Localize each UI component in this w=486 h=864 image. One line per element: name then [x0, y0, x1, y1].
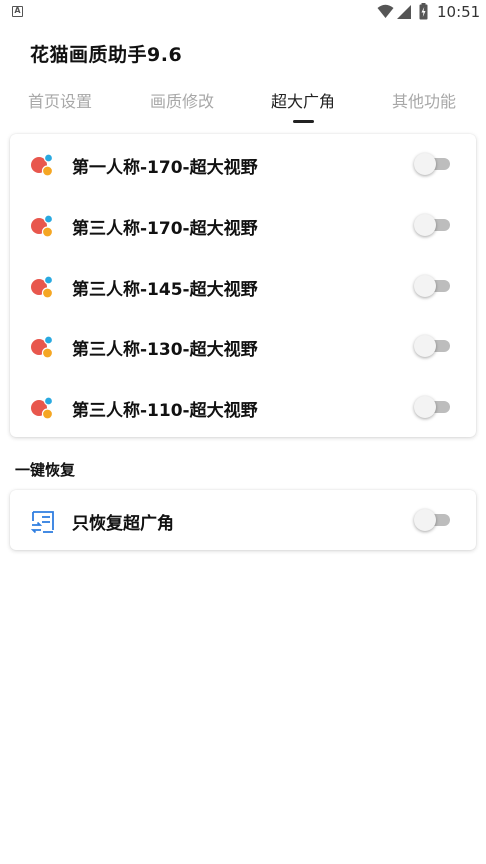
list-item[interactable]: 第三人称-130-超大视野	[10, 316, 476, 376]
option-label: 第三人称-110-超大视野	[72, 401, 258, 421]
battery-charging-icon	[419, 3, 428, 20]
section-title: 一键恢复	[15, 461, 76, 479]
status-time: 10:51	[437, 3, 481, 21]
palette-icon	[31, 335, 54, 359]
a-notification-icon: A	[12, 6, 23, 17]
toggle-switch[interactable]	[414, 153, 452, 175]
option-label: 只恢复超广角	[72, 514, 174, 534]
list-item[interactable]: 第三人称-110-超大视野	[10, 377, 476, 437]
cell-signal-icon	[397, 5, 411, 19]
option-label: 第三人称-145-超大视野	[72, 280, 258, 300]
tab-home-settings[interactable]: 首页设置	[28, 88, 92, 112]
option-label: 第三人称-170-超大视野	[72, 219, 258, 239]
restore-list-icon	[30, 511, 54, 534]
tab-quality-modify[interactable]: 画质修改	[150, 88, 214, 112]
active-tab-indicator	[293, 120, 314, 123]
app-title: 花猫画质助手9.6	[30, 44, 183, 66]
list-item[interactable]: 第三人称-145-超大视野	[10, 256, 476, 316]
tab-other-functions[interactable]: 其他功能	[392, 88, 456, 112]
toggle-switch[interactable]	[414, 214, 452, 236]
palette-icon	[31, 275, 54, 299]
status-bar: A 10:51	[0, 0, 486, 25]
wide-angle-card: 第一人称-170-超大视野 第三人称-170-超大视野 第三人称-145-超大视…	[10, 134, 476, 437]
toggle-switch[interactable]	[414, 335, 452, 357]
palette-icon	[31, 396, 54, 420]
wifi-icon	[377, 4, 394, 18]
list-item[interactable]: 第三人称-170-超大视野	[10, 195, 476, 255]
palette-icon	[31, 153, 54, 177]
toggle-switch[interactable]	[414, 396, 452, 418]
restore-card: 只恢复超广角	[10, 490, 476, 550]
tab-bar: 首页设置 画质修改 超大广角 其他功能	[0, 86, 486, 126]
list-item[interactable]: 只恢复超广角	[10, 490, 476, 550]
palette-icon	[31, 214, 54, 238]
toggle-switch[interactable]	[414, 509, 452, 531]
list-item[interactable]: 第一人称-170-超大视野	[10, 134, 476, 194]
option-label: 第三人称-130-超大视野	[72, 340, 258, 360]
toggle-switch[interactable]	[414, 275, 452, 297]
option-label: 第一人称-170-超大视野	[72, 158, 258, 178]
tab-wide-angle[interactable]: 超大广角	[271, 88, 335, 112]
